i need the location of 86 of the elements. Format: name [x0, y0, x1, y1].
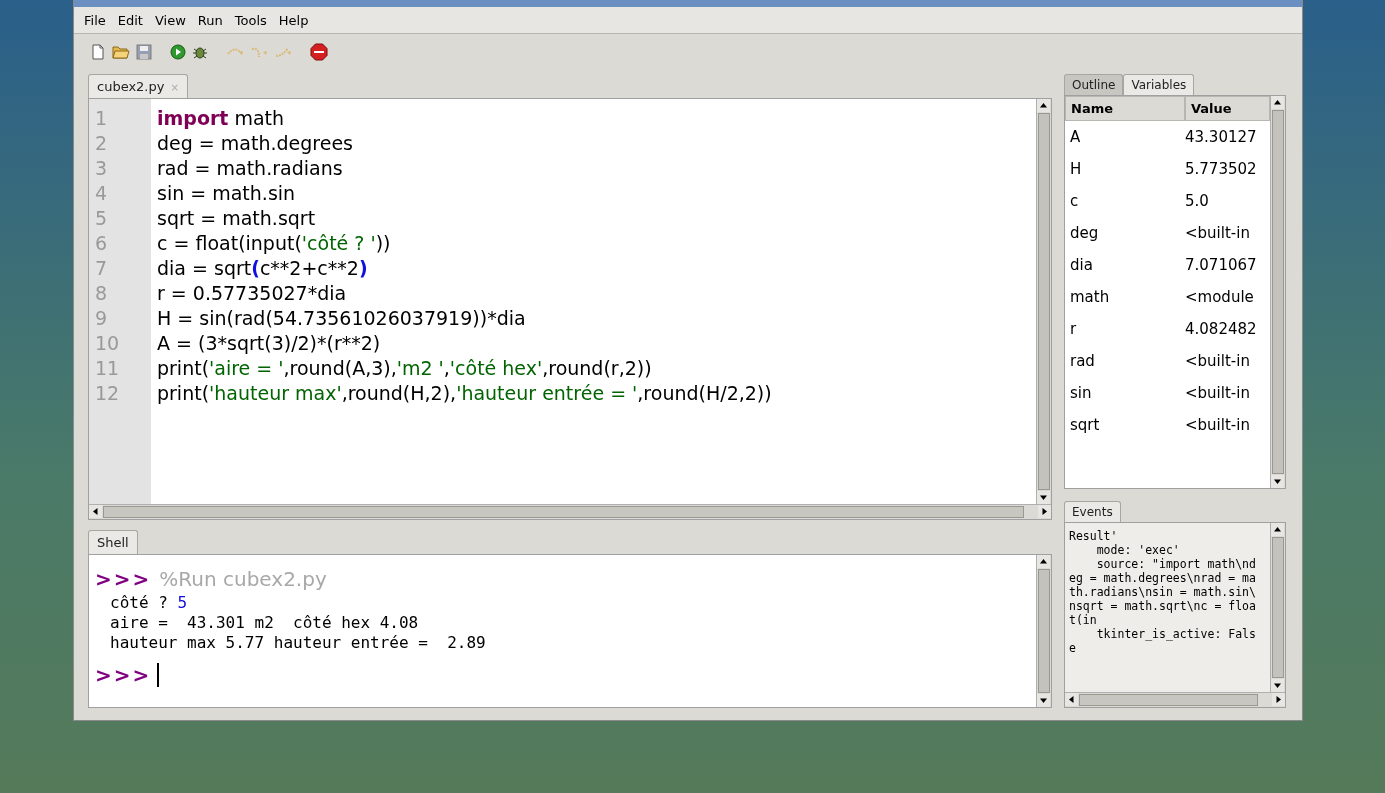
event-log-line: source: "import math\nd [1095, 557, 1257, 571]
variable-value: <built-in [1185, 416, 1251, 434]
variable-name: A [1069, 128, 1082, 146]
variable-name: c [1069, 192, 1080, 210]
panel-tab[interactable]: Outline [1064, 74, 1124, 95]
events-tab[interactable]: Events [1064, 501, 1121, 522]
menu-item[interactable]: View [148, 10, 192, 30]
code-line: import math [157, 106, 286, 131]
variable-name: sqrt [1069, 416, 1101, 434]
line-number: 9 [94, 306, 109, 331]
code-line: A = (3*sqrt(3)/2)*(r**2) [157, 331, 382, 356]
event-log-line: t(in [1069, 613, 1097, 627]
line-number: 11 [94, 356, 121, 381]
folder-icon[interactable] [112, 44, 130, 60]
shell-output-line: côté ? 5 [109, 593, 189, 613]
line-number: 5 [94, 206, 109, 231]
variable-value: 5.0 [1185, 192, 1210, 210]
column-header[interactable]: Name [1065, 96, 1185, 121]
code-editor[interactable] [88, 98, 1052, 520]
variable-name: rad [1069, 352, 1096, 370]
scrollbar[interactable] [1270, 96, 1285, 488]
run-icon[interactable] [170, 44, 186, 60]
menu-item[interactable]: Edit [111, 10, 149, 30]
event-log-line: mode: 'exec' [1095, 543, 1181, 557]
scrollbar[interactable] [1036, 555, 1051, 707]
line-number: 4 [94, 181, 109, 206]
variable-value: 43.30127 [1185, 128, 1258, 146]
variable-value: <module [1185, 288, 1255, 306]
event-log-line: th.radians\nsin = math.sin\ [1069, 585, 1257, 599]
variable-name: deg [1069, 224, 1100, 242]
code-line: sqrt = math.sqrt [157, 206, 317, 231]
line-number: 6 [94, 231, 109, 256]
menu-item[interactable]: Tools [228, 10, 273, 30]
code-line: dia = sqrt(c**2+c**2) [157, 256, 369, 281]
code-line: r = 0.57735027*dia [157, 281, 348, 306]
variable-value: <built-in [1185, 384, 1251, 402]
code-line: H = sin(rad(54.73561026037919))*dia [157, 306, 527, 331]
bug-icon[interactable] [192, 44, 208, 60]
file-tab[interactable]: cubex2.py × [88, 74, 188, 98]
line-number: 3 [94, 156, 109, 181]
variable-value: 4.082482 [1185, 320, 1258, 338]
variable-name: dia [1069, 256, 1094, 274]
shell-prompt: >>> [95, 662, 152, 689]
stop-icon[interactable] [310, 43, 328, 61]
line-number: 1 [94, 106, 109, 131]
code-line: print('aire = ',round(A,3),'m2 ','côté hex',round(r,2)) [157, 356, 653, 381]
event-log-line: Result' [1069, 529, 1119, 543]
scrollbar[interactable] [1065, 692, 1285, 707]
line-number: 12 [94, 381, 121, 406]
shell-tab[interactable]: Shell [88, 530, 138, 554]
column-header[interactable]: Value [1185, 96, 1270, 121]
line-number: 10 [94, 331, 121, 356]
code-line: deg = math.degrees [157, 131, 354, 156]
new-file-icon[interactable] [90, 44, 106, 60]
variable-name: r [1069, 320, 1078, 338]
variable-value: <built-in [1185, 352, 1251, 370]
event-log-line: tkinter_is_active: Fals [1095, 627, 1257, 641]
code-line: sin = math.sin [157, 181, 297, 206]
shell-prompt: >>> [95, 566, 152, 593]
panel-tab[interactable]: Variables [1123, 74, 1195, 95]
variable-name: sin [1069, 384, 1093, 402]
line-number: 7 [94, 256, 109, 281]
line-number: 8 [94, 281, 109, 306]
shell-console[interactable]: >>> %Run cubex2.py côté ? 5 aire = 43.301 m2 côté hex 4.08 hauteur max 5.77 hauteur entrée = 2.89 >>> [88, 554, 1052, 708]
run-command: %Run cubex2.py [159, 566, 327, 593]
scrollbar[interactable] [89, 504, 1051, 519]
event-log-line: eg = math.degrees\nrad = ma [1069, 571, 1257, 585]
shell-output-line: hauteur max 5.77 hauteur entrée = 2.89 [109, 633, 487, 653]
variable-value: 5.773502 [1185, 160, 1258, 178]
code-line: print('hauteur max',round(H,2),'hauteur entrée = ',round(H/2,2)) [157, 381, 773, 406]
event-log-line: nsqrt = math.sqrt\nc = floa [1069, 599, 1257, 613]
menu-item[interactable]: Help [272, 10, 315, 30]
variable-value: <built-in [1185, 224, 1251, 242]
text-cursor [157, 663, 160, 687]
shell-output-line: aire = 43.301 m2 côté hex 4.08 [109, 613, 420, 633]
line-number: 2 [94, 131, 109, 156]
variable-value: 7.071067 [1185, 256, 1258, 274]
event-log-line: e [1069, 641, 1077, 655]
menu-item[interactable]: Run [191, 10, 229, 30]
variable-name: H [1069, 160, 1083, 178]
scrollbar[interactable] [1270, 523, 1285, 692]
variable-name: math [1069, 288, 1111, 306]
scrollbar[interactable] [1036, 99, 1051, 504]
code-line: c = float(input('côté ? ')) [157, 231, 392, 256]
code-line: rad = math.radians [157, 156, 344, 181]
menu-item[interactable]: File [78, 10, 112, 30]
